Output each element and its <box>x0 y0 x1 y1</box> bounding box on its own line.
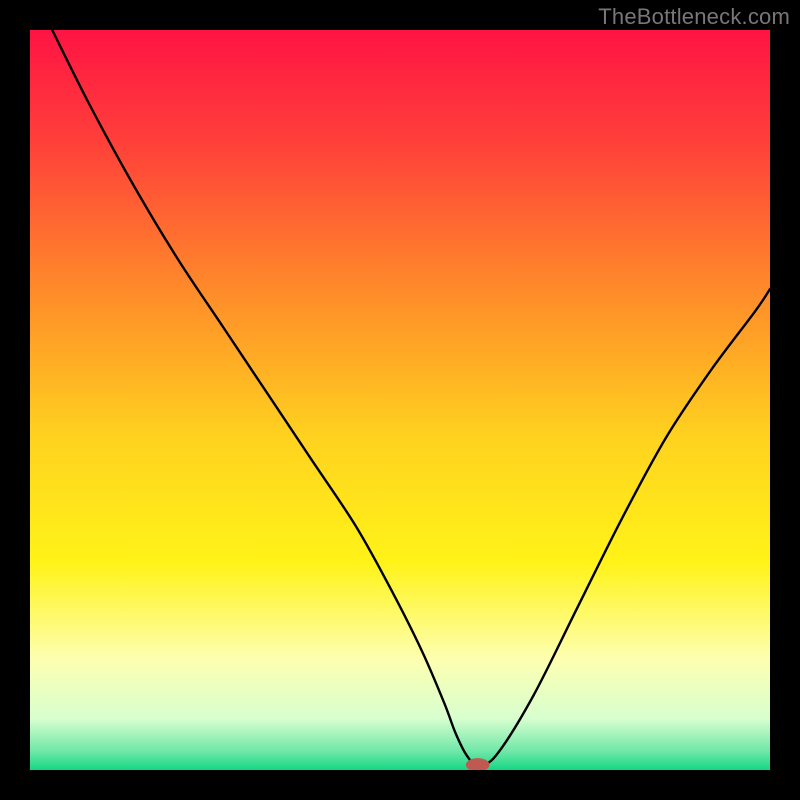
chart-svg <box>30 30 770 770</box>
gradient-background <box>30 30 770 770</box>
watermark-text: TheBottleneck.com <box>598 4 790 30</box>
chart-frame: TheBottleneck.com <box>0 0 800 800</box>
plot-area <box>30 30 770 770</box>
